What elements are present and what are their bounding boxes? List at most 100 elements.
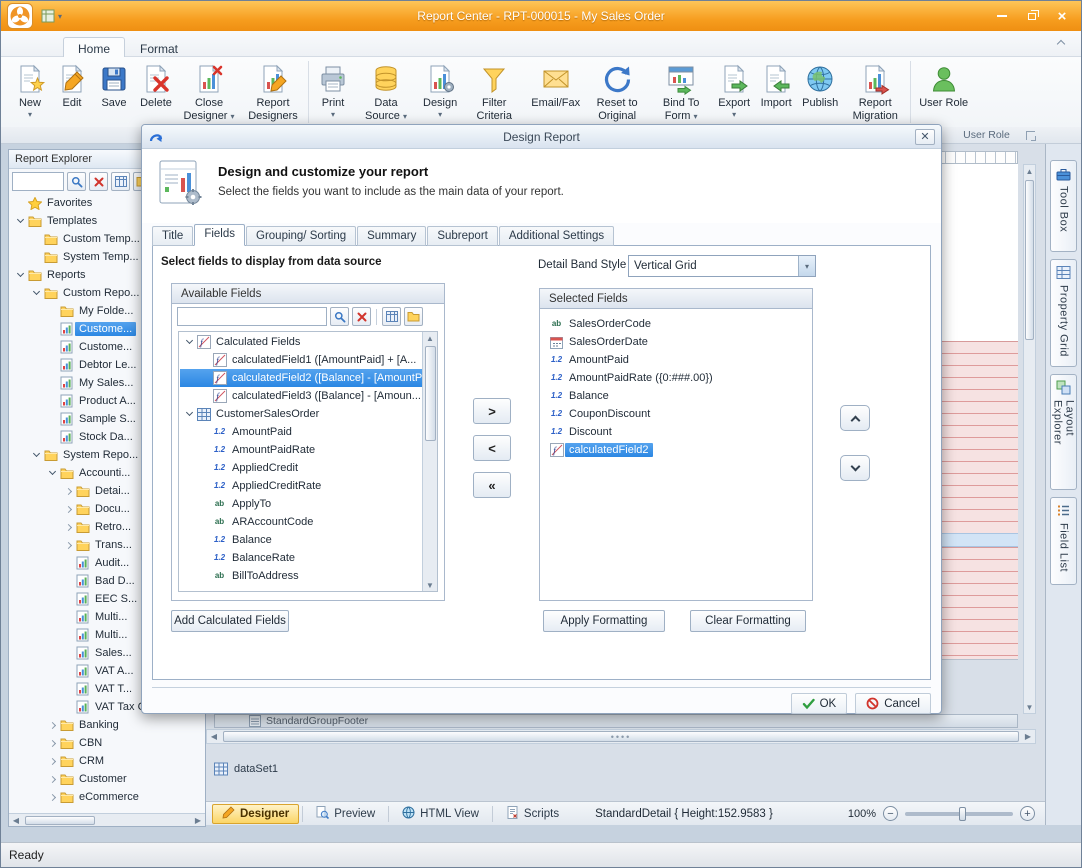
selected-field-item[interactable]: 1.2Discount [542,423,810,441]
scroll-down-icon[interactable]: ▼ [1023,701,1037,713]
collapsed-arrow-icon[interactable] [47,717,58,733]
dialog-tab-title[interactable]: Title [152,226,193,246]
clear-formatting-button[interactable]: Clear Formatting [690,610,806,632]
scrollbar-thumb[interactable] [1025,180,1034,340]
clear-search-button[interactable] [352,307,371,326]
chevron-down-icon[interactable]: ▾ [798,256,815,276]
ribbon-reset-to-original-button[interactable]: Reset to Original [585,59,649,123]
ribbon-user-role-button[interactable]: User Role [914,59,973,111]
expanded-arrow-icon[interactable] [15,213,26,229]
dialog-close-button[interactable]: ✕ [915,129,935,145]
move-up-button[interactable] [840,405,870,431]
zoom-out-icon[interactable]: − [883,806,898,821]
available-field-item[interactable]: 1.2AppliedCreditRate [180,477,422,495]
available-field-item[interactable]: fcalculatedField2 ([Balance] - [AmountP [180,369,422,387]
view-tab-preview[interactable]: Preview [306,804,385,824]
expanded-arrow-icon[interactable] [31,447,42,463]
expanded-arrow-icon[interactable] [15,267,26,283]
selected-field-item[interactable]: fcalculatedField2 [542,441,810,459]
dialog-tab-additional-settings[interactable]: Additional Settings [499,226,614,246]
ribbon-bind-to-form-button[interactable]: Bind To Form ▾ [649,59,713,123]
dock-tab-field-list[interactable]: Field List [1050,497,1077,585]
explorer-tree-item[interactable]: Banking [9,716,205,734]
add-calculated-fields-button[interactable]: Add Calculated Fields [171,610,289,632]
ribbon-import-button[interactable]: Import [755,59,797,111]
ribbon-collapse-icon[interactable] [1057,39,1065,47]
dialog-tab-grouping-sorting[interactable]: Grouping/ Sorting [246,226,356,246]
explorer-search-input[interactable] [12,172,64,191]
close-button[interactable]: × [1047,5,1077,27]
ribbon-save-button[interactable]: Save [93,59,135,111]
expanded-arrow-icon[interactable] [47,465,58,481]
available-field-item[interactable]: 1.2BalanceRate [180,549,422,567]
scroll-left-icon[interactable]: ◀ [207,731,221,743]
ribbon-edit-button[interactable]: Edit [51,59,93,111]
expanded-arrow-icon[interactable] [184,406,195,422]
available-field-item[interactable]: fcalculatedField1 ([AmountPaid] + [A... [180,351,422,369]
explorer-tree-item[interactable]: CBN [9,734,205,752]
available-field-item[interactable]: 1.2AppliedCredit [180,459,422,477]
explorer-tree-item[interactable]: eCommerce [9,788,205,806]
available-field-item[interactable]: abBillToAddress [180,567,422,585]
selected-field-item[interactable]: abSalesOrderCode [542,315,810,333]
move-all-left-button[interactable]: « [473,472,511,498]
dialog-tab-fields[interactable]: Fields [194,224,245,246]
explorer-horizontal-scrollbar[interactable]: ◀ ▶ [9,813,205,826]
available-field-item[interactable]: 1.2Balance [180,531,422,549]
available-field-item[interactable]: 1.2AmountPaid [180,423,422,441]
columns-button[interactable] [382,307,401,326]
scroll-up-icon[interactable]: ▲ [1023,165,1037,177]
scrollbar-thumb[interactable]: •••• [223,731,1019,742]
view-tab-designer[interactable]: Designer [212,804,299,824]
folder-button[interactable] [404,307,423,326]
ribbon-email-fax-button[interactable]: Email/Fax [526,59,585,111]
search-button[interactable] [330,307,349,326]
ribbon-new-button[interactable]: New▾ [9,59,51,120]
quick-access-toolbar[interactable]: ▾ [41,9,62,23]
collapsed-arrow-icon[interactable] [63,501,74,517]
apply-formatting-button[interactable]: Apply Formatting [543,610,665,632]
expanded-arrow-icon[interactable] [31,285,42,301]
view-tab-scripts[interactable]: Scripts [496,804,569,824]
ribbon-close-designer-button[interactable]: Close Designer ▾ [177,59,241,123]
ribbon-export-button[interactable]: Export▾ [713,59,755,120]
collapsed-arrow-icon[interactable] [63,519,74,535]
collapsed-arrow-icon[interactable] [47,789,58,805]
collapsed-arrow-icon[interactable] [47,753,58,769]
detail-band-style-combo[interactable]: Vertical Grid ▾ [628,255,816,277]
selected-field-item[interactable]: SalesOrderDate [542,333,810,351]
scroll-up-icon[interactable]: ▲ [423,332,437,344]
scroll-right-icon[interactable]: ▶ [1021,731,1035,743]
scrollbar-thumb[interactable] [25,816,95,825]
dock-tab-tool-box[interactable]: Tool Box [1050,160,1077,252]
available-fields-scrollbar[interactable]: ▲ ▼ [422,332,437,591]
ribbon-design-button[interactable]: Design▾ [418,59,462,120]
selected-field-item[interactable]: 1.2Balance [542,387,810,405]
minimize-button[interactable] [987,5,1017,27]
scroll-down-icon[interactable]: ▼ [423,579,437,591]
vertical-scrollbar[interactable]: ▲ ▼ [1023,164,1036,714]
collapsed-arrow-icon[interactable] [63,537,74,553]
selected-field-item[interactable]: 1.2CouponDiscount [542,405,810,423]
dataset-item[interactable]: dataSet1 [214,762,278,776]
ribbon-publish-button[interactable]: Publish [797,59,843,111]
collapsed-arrow-icon[interactable] [63,483,74,499]
available-fields-search-input[interactable] [177,307,327,326]
explorer-tree-item[interactable]: CRM [9,752,205,770]
zoom-slider-thumb[interactable] [959,807,966,821]
horizontal-scrollbar[interactable]: ◀ •••• ▶ [206,729,1036,744]
scrollbar-thumb[interactable] [425,346,436,441]
dialog-launcher-icon[interactable] [1026,131,1035,140]
zoom-slider[interactable] [905,812,1013,816]
app-logo-icon[interactable] [7,3,33,29]
ribbon-filter-criteria-button[interactable]: Filter Criteria [462,59,526,123]
collapsed-arrow-icon[interactable] [47,771,58,787]
band-header[interactable]: StandardGroupFooter [214,714,1018,728]
selected-field-item[interactable]: 1.2AmountPaid [542,351,810,369]
available-field-item[interactable]: CustomerSalesOrder [180,405,422,423]
cancel-button[interactable]: Cancel [855,693,931,714]
dock-tab-property-grid[interactable]: Property Grid [1050,259,1077,367]
move-left-button[interactable]: < [473,435,511,461]
collapsed-arrow-icon[interactable] [47,735,58,751]
view-tab-html-view[interactable]: HTML View [392,804,489,824]
